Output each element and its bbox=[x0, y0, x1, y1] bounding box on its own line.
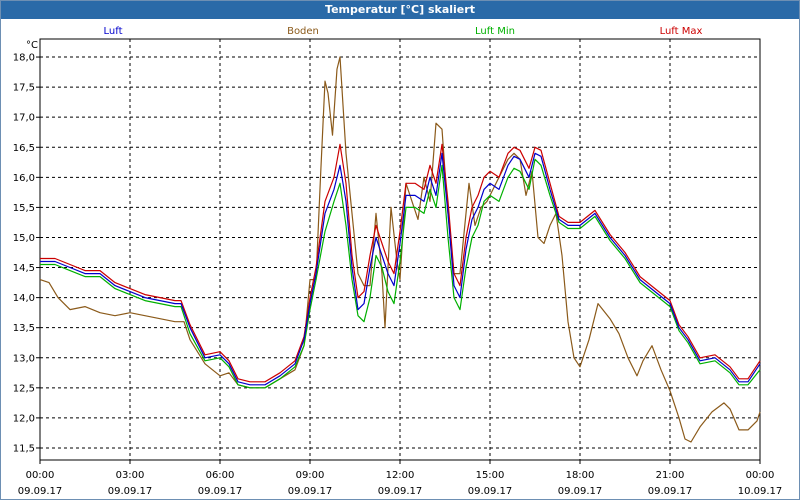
x-tick-time: 15:00 bbox=[476, 470, 505, 481]
y-tick-label: 17,0 bbox=[13, 113, 35, 124]
x-axis: 00:00 09.09.17 03:00 09.09.17 06:00 09.09.17 0… bbox=[18, 460, 783, 497]
y-tick-label: 17,5 bbox=[13, 83, 35, 94]
x-tick-date: 10.09.17 bbox=[738, 486, 783, 497]
x-tick-time: 00:00 bbox=[746, 470, 775, 481]
y-tick-label: 12,0 bbox=[13, 413, 35, 424]
x-tick-date: 09.09.17 bbox=[288, 486, 333, 497]
x-tick-time: 09:00 bbox=[296, 470, 325, 481]
x-tick-date: 09.09.17 bbox=[378, 486, 423, 497]
grid-lines bbox=[40, 39, 760, 460]
y-axis: 11,5 12,0 12,5 13,0 13,5 14,0 14,5 15,0 15,5 16,0… bbox=[13, 53, 40, 454]
y-tick-label: 14,5 bbox=[13, 263, 35, 274]
x-tick-date: 09.09.17 bbox=[18, 486, 63, 497]
x-tick-date: 09.09.17 bbox=[108, 486, 153, 497]
y-axis-unit: °C bbox=[26, 40, 38, 51]
y-tick-label: 13,5 bbox=[13, 323, 35, 334]
x-tick-time: 03:00 bbox=[116, 470, 145, 481]
legend-entry: Luft bbox=[104, 26, 123, 37]
x-tick-date: 09.09.17 bbox=[648, 486, 693, 497]
temperature-chart: 11,5 12,0 12,5 13,0 13,5 14,0 14,5 15,0 15,5 16,0… bbox=[13, 26, 783, 497]
x-tick-date: 09.09.17 bbox=[558, 486, 603, 497]
x-tick-date: 09.09.17 bbox=[198, 486, 243, 497]
y-tick-label: 11,5 bbox=[13, 443, 35, 454]
y-tick-label: 15,5 bbox=[13, 203, 35, 214]
y-tick-label: 12,5 bbox=[13, 383, 35, 394]
legend-entry: Boden bbox=[287, 26, 319, 37]
x-tick-time: 21:00 bbox=[656, 470, 685, 481]
legend: Luft Boden Luft Min Luft Max bbox=[104, 26, 703, 37]
legend-entry: Luft Max bbox=[660, 26, 703, 37]
x-tick-time: 06:00 bbox=[206, 470, 235, 481]
y-tick-label: 14,0 bbox=[13, 293, 35, 304]
y-tick-label: 18,0 bbox=[13, 53, 35, 64]
x-tick-date: 09.09.17 bbox=[468, 486, 513, 497]
y-tick-label: 16,0 bbox=[13, 173, 35, 184]
y-tick-label: 15,0 bbox=[13, 233, 35, 244]
legend-entry: Luft Min bbox=[475, 26, 515, 37]
y-tick-label: 16,5 bbox=[13, 143, 35, 154]
x-tick-time: 18:00 bbox=[566, 470, 595, 481]
x-tick-time: 00:00 bbox=[26, 470, 55, 481]
y-tick-label: 13,0 bbox=[13, 353, 35, 364]
x-tick-time: 12:00 bbox=[386, 470, 415, 481]
